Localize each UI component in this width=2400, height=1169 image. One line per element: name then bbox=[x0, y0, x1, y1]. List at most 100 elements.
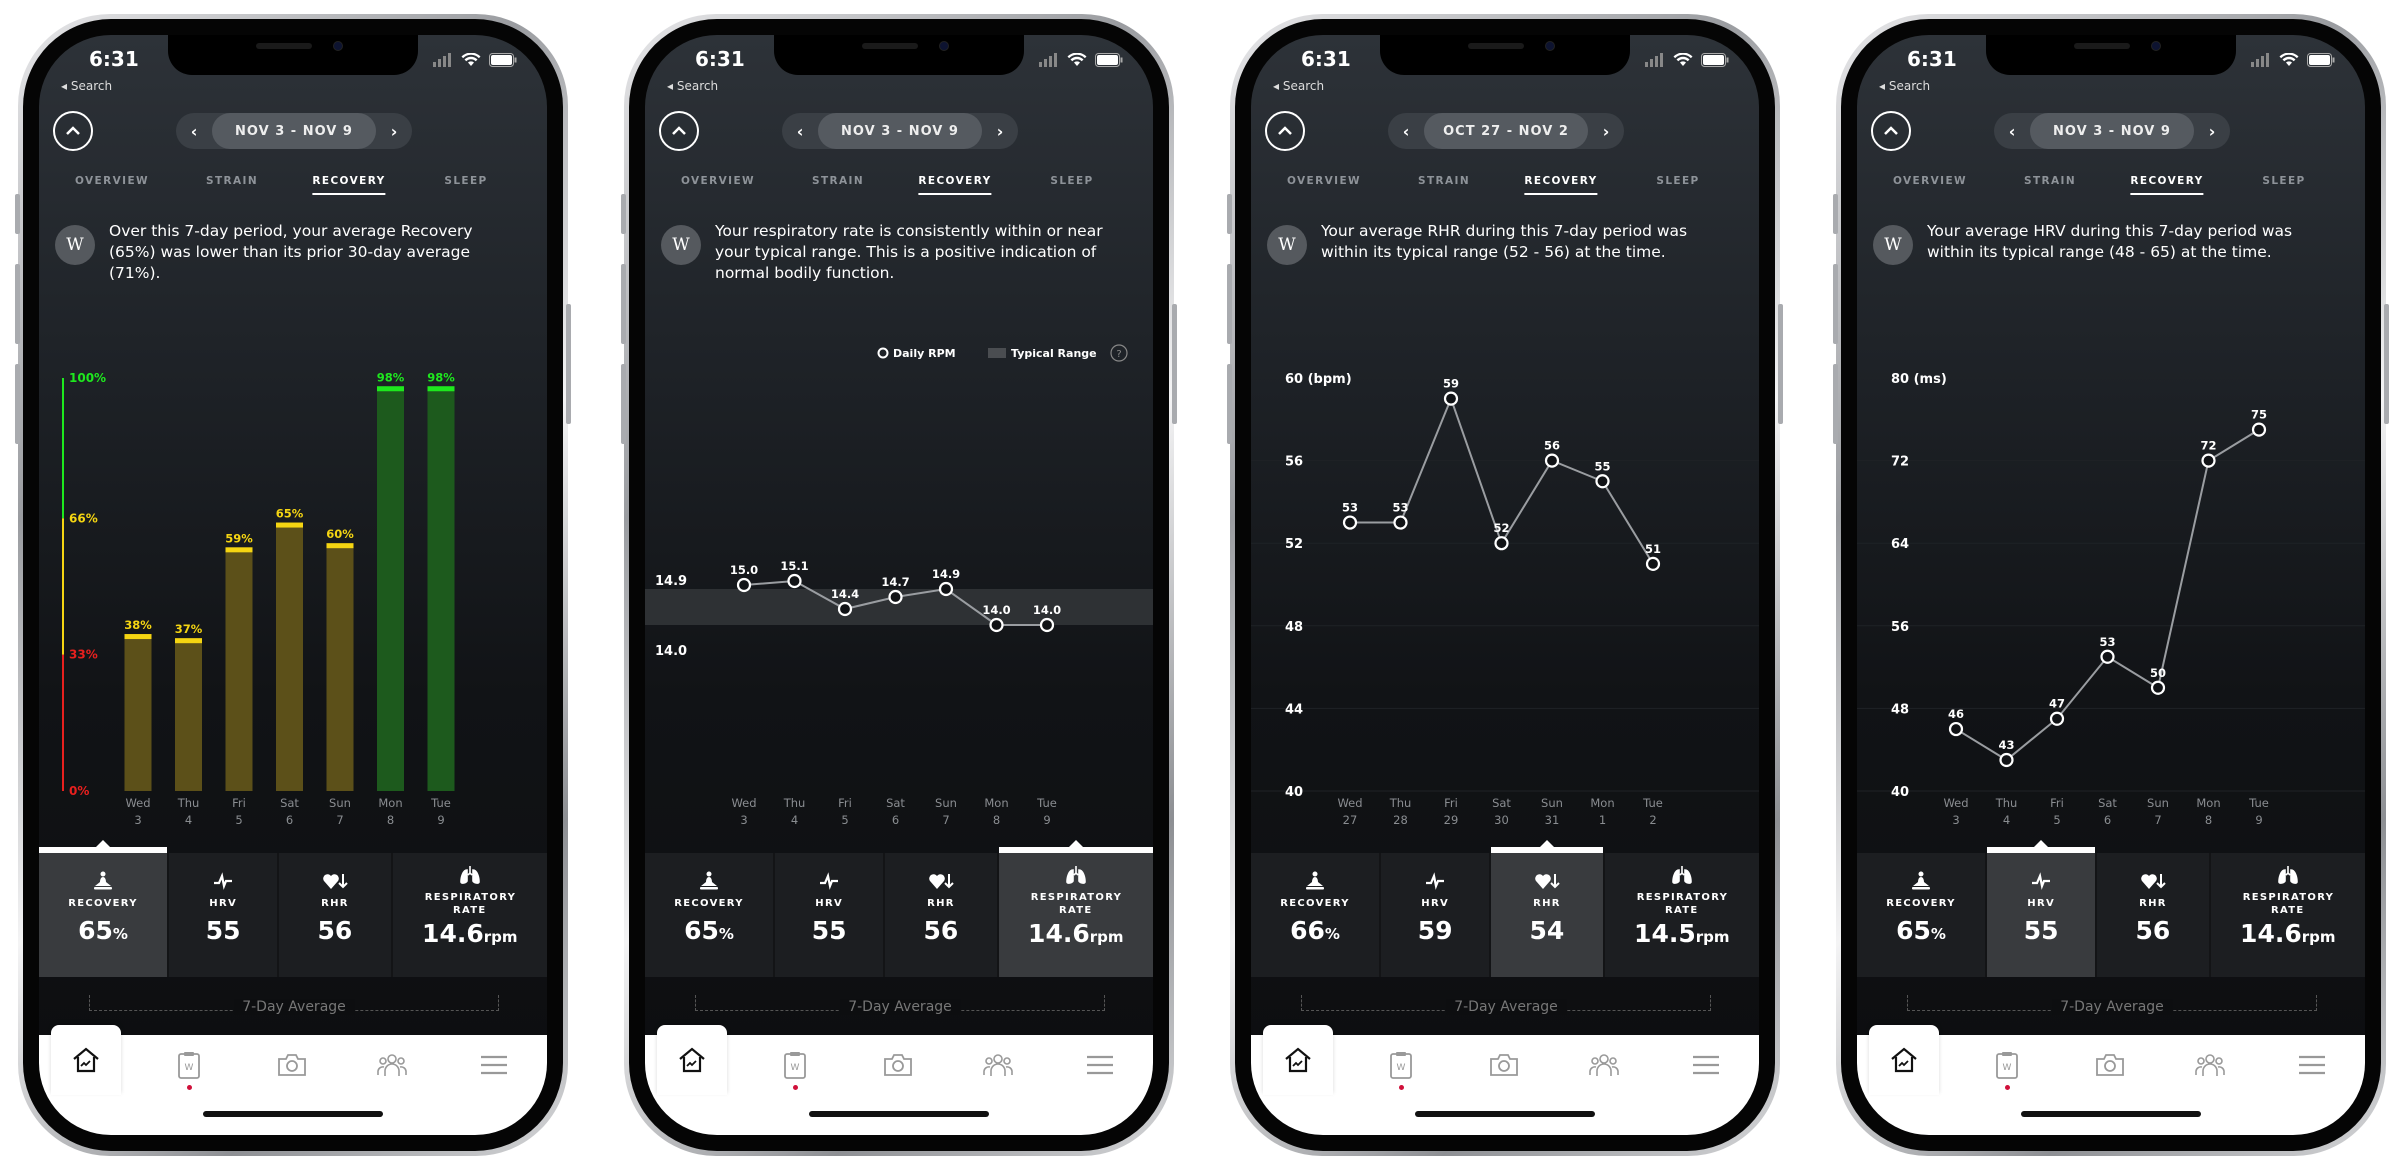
svg-text:W: W bbox=[791, 1063, 800, 1073]
stat-recovery[interactable]: RECOVERY 66% bbox=[1251, 853, 1382, 977]
y-tick-label: 48 bbox=[1285, 620, 1303, 635]
stat-hrv[interactable]: HRV 55 bbox=[775, 853, 886, 977]
back-to-search-link[interactable]: ◂ Search bbox=[667, 79, 718, 93]
date-range-label[interactable]: NOV 3 - NOV 9 bbox=[212, 113, 376, 149]
average-label: 7-Day Average bbox=[840, 999, 960, 1015]
nav-community[interactable] bbox=[2175, 1035, 2245, 1095]
stat-rhr[interactable]: RHR 56 bbox=[2097, 853, 2211, 977]
tab-sleep[interactable]: SLEEP bbox=[444, 175, 487, 193]
collapse-button[interactable] bbox=[1871, 111, 1911, 151]
previous-week-button[interactable]: ‹ bbox=[1388, 113, 1424, 149]
stat-hrv[interactable]: HRV 55 bbox=[1987, 847, 2098, 977]
tab-overview[interactable]: OVERVIEW bbox=[1287, 175, 1361, 193]
tab-recovery[interactable]: RECOVERY bbox=[2130, 175, 2204, 195]
x-tick-date: 9 bbox=[437, 813, 444, 827]
nav-camera[interactable] bbox=[2075, 1035, 2145, 1095]
tab-strain[interactable]: STRAIN bbox=[812, 175, 864, 193]
nav-community[interactable] bbox=[963, 1035, 1033, 1095]
home-indicator[interactable] bbox=[809, 1111, 989, 1117]
stat-hrv[interactable]: HRV 59 bbox=[1381, 853, 1492, 977]
nav-home[interactable] bbox=[1263, 1025, 1333, 1095]
tab-sleep[interactable]: SLEEP bbox=[2262, 175, 2305, 193]
date-range-label[interactable]: OCT 27 - NOV 2 bbox=[1424, 113, 1588, 149]
nav-home[interactable] bbox=[51, 1025, 121, 1095]
next-week-button[interactable]: › bbox=[376, 113, 412, 149]
data-label: 53 bbox=[1342, 501, 1358, 515]
x-tick-date: 5 bbox=[841, 813, 848, 827]
nav-journal[interactable]: W bbox=[154, 1035, 224, 1095]
phone-frame: 6:31 ◂ Search ‹ NOV 3 - NOV 9 › OVERVIEW… bbox=[1833, 14, 2389, 1156]
stat-respiratory-rate[interactable]: RESPIRATORY RATE 14.6rpm bbox=[393, 853, 547, 977]
previous-week-button[interactable]: ‹ bbox=[782, 113, 818, 149]
tab-recovery[interactable]: RECOVERY bbox=[918, 175, 992, 195]
nav-community[interactable] bbox=[357, 1035, 427, 1095]
nav-menu[interactable] bbox=[2277, 1035, 2347, 1095]
nav-camera[interactable] bbox=[1469, 1035, 1539, 1095]
signal-icon bbox=[1039, 53, 1057, 67]
previous-week-button[interactable]: ‹ bbox=[176, 113, 212, 149]
next-week-button[interactable]: › bbox=[982, 113, 1018, 149]
previous-week-button[interactable]: ‹ bbox=[1994, 113, 2030, 149]
nav-journal[interactable]: W bbox=[1366, 1035, 1436, 1095]
stat-label: RHR bbox=[2139, 898, 2167, 909]
home-indicator[interactable] bbox=[1415, 1111, 1595, 1117]
battery-icon bbox=[2307, 53, 2335, 67]
status-time: 6:31 bbox=[695, 47, 745, 71]
nav-menu[interactable] bbox=[459, 1035, 529, 1095]
tab-sleep[interactable]: SLEEP bbox=[1656, 175, 1699, 193]
tab-sleep[interactable]: SLEEP bbox=[1050, 175, 1093, 193]
back-to-search-link[interactable]: ◂ Search bbox=[1879, 79, 1930, 93]
next-week-button[interactable]: › bbox=[2194, 113, 2230, 149]
stat-value: 55 bbox=[2024, 916, 2059, 945]
back-to-search-link[interactable]: ◂ Search bbox=[61, 79, 112, 93]
collapse-button[interactable] bbox=[1265, 111, 1305, 151]
stat-recovery[interactable]: RECOVERY 65% bbox=[1857, 853, 1988, 977]
status-time: 6:31 bbox=[89, 47, 139, 71]
meditation-icon bbox=[1306, 871, 1325, 890]
recovery-bar-cap bbox=[124, 634, 152, 640]
tab-overview[interactable]: OVERVIEW bbox=[1893, 175, 1967, 193]
nav-menu[interactable] bbox=[1671, 1035, 1741, 1095]
collapse-button[interactable] bbox=[659, 111, 699, 151]
tab-strain[interactable]: STRAIN bbox=[1418, 175, 1470, 193]
community-icon bbox=[2195, 1054, 2225, 1076]
tab-overview[interactable]: OVERVIEW bbox=[75, 175, 149, 193]
stat-respiratory-rate[interactable]: RESPIRATORY RATE 14.5rpm bbox=[1605, 853, 1759, 977]
data-label: 15.1 bbox=[780, 559, 808, 573]
next-week-button[interactable]: › bbox=[1588, 113, 1624, 149]
nav-journal[interactable]: W bbox=[1972, 1035, 2042, 1095]
chart: Wed 3 Thu 4 Fri 5 Sat 6 Sun 7 Mon 8 Tue 9 100% 66% 33% 0%… bbox=[62, 370, 455, 827]
tab-overview[interactable]: OVERVIEW bbox=[681, 175, 755, 193]
nav-camera[interactable] bbox=[257, 1035, 327, 1095]
stat-recovery[interactable]: RECOVERY 65% bbox=[39, 847, 170, 977]
stat-recovery[interactable]: RECOVERY 65% bbox=[645, 853, 776, 977]
tab-strain[interactable]: STRAIN bbox=[206, 175, 258, 193]
insight-text: Your average RHR during this 7-day perio… bbox=[1321, 222, 1688, 261]
tab-strain[interactable]: STRAIN bbox=[2024, 175, 2076, 193]
home-indicator[interactable] bbox=[2021, 1111, 2201, 1117]
stat-rhr[interactable]: RHR 56 bbox=[279, 853, 393, 977]
notch bbox=[1380, 35, 1630, 75]
nav-home[interactable] bbox=[1869, 1025, 1939, 1095]
tab-recovery[interactable]: RECOVERY bbox=[312, 175, 386, 195]
date-range-label[interactable]: NOV 3 - NOV 9 bbox=[818, 113, 982, 149]
nav-camera[interactable] bbox=[863, 1035, 933, 1095]
nav-home[interactable] bbox=[657, 1025, 727, 1095]
stat-number: 14.6 bbox=[1028, 919, 1090, 948]
stat-hrv[interactable]: HRV 55 bbox=[169, 853, 280, 977]
recovery-bar-cap bbox=[175, 638, 202, 644]
stat-respiratory-rate[interactable]: RESPIRATORY RATE 14.6rpm bbox=[998, 847, 1153, 977]
volume-up-button bbox=[621, 264, 626, 344]
nav-community[interactable] bbox=[1569, 1035, 1639, 1095]
stat-respiratory-rate[interactable]: RESPIRATORY RATE 14.6rpm bbox=[2211, 853, 2365, 977]
back-to-search-link[interactable]: ◂ Search bbox=[1273, 79, 1324, 93]
nav-journal[interactable]: W bbox=[760, 1035, 830, 1095]
stat-rhr[interactable]: RHR 56 bbox=[885, 853, 999, 977]
home-indicator[interactable] bbox=[203, 1111, 383, 1117]
nav-menu[interactable] bbox=[1065, 1035, 1135, 1095]
date-range-label[interactable]: NOV 3 - NOV 9 bbox=[2030, 113, 2194, 149]
collapse-button[interactable] bbox=[53, 111, 93, 151]
tab-recovery[interactable]: RECOVERY bbox=[1524, 175, 1598, 195]
average-label: 7-Day Average bbox=[234, 999, 354, 1015]
stat-rhr[interactable]: RHR 54 bbox=[1491, 847, 1605, 977]
